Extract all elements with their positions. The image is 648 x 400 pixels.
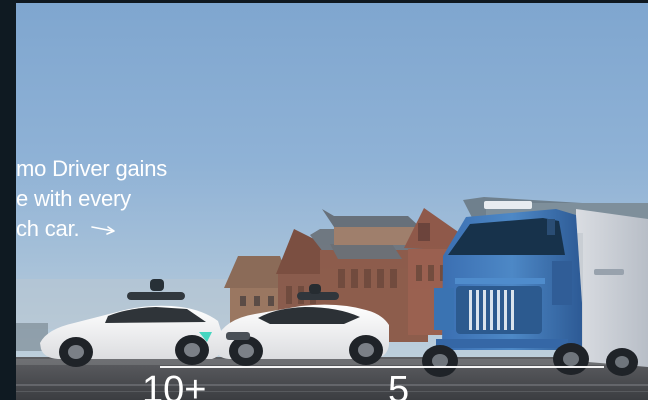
- stat-value-second: 5: [388, 369, 410, 400]
- headline-line-1: mo Driver gains: [16, 156, 168, 181]
- headline-line-3-text: ch car.: [16, 216, 80, 241]
- hero-image: mo Driver gains e with every ch car. 10+…: [16, 3, 648, 400]
- headline-line-3: ch car.: [16, 214, 206, 244]
- stat-value-first: 10+: [142, 369, 207, 400]
- hero-headline: mo Driver gains e with every ch car.: [16, 154, 206, 244]
- headline-line-2: e with every: [16, 186, 131, 211]
- stat-divider-line: [160, 366, 604, 368]
- left-page-edge: [0, 0, 16, 400]
- arrow-right-icon: [91, 226, 116, 235]
- truck-trailer: [573, 209, 648, 367]
- hero-frame: mo Driver gains e with every ch car. 10+…: [0, 0, 648, 400]
